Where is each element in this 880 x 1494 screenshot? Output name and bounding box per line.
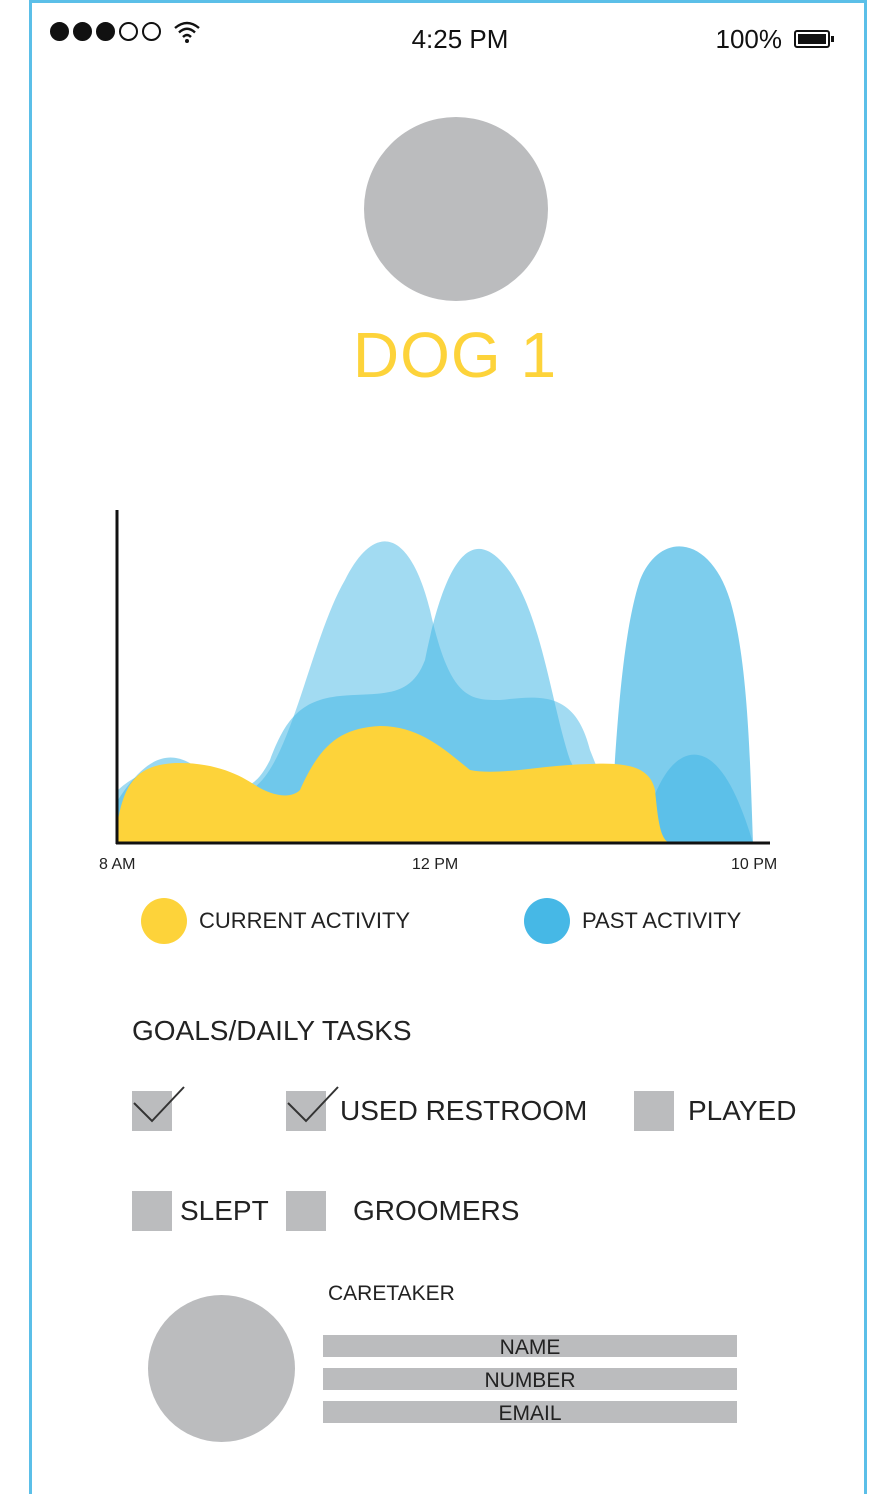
task-label: USED RESTROOM xyxy=(340,1095,588,1126)
task-label: GROOMERS xyxy=(353,1195,520,1226)
legend-current-label: CURRENT ACTIVITY xyxy=(199,908,411,933)
legend-past-label: PAST ACTIVITY xyxy=(582,908,742,933)
current-activity-swatch-icon xyxy=(141,898,187,944)
task-label: PLAYED xyxy=(688,1095,797,1126)
checkbox-checked[interactable] xyxy=(132,1086,185,1131)
checkmark-icon xyxy=(133,1086,185,1123)
x-tick-label: 12 PM xyxy=(412,856,458,873)
caretaker-email-field[interactable]: EMAIL xyxy=(323,1401,737,1425)
legend-past: PAST ACTIVITY xyxy=(524,898,741,944)
x-tick-label: 10 PM xyxy=(731,856,777,873)
caretaker-number-field[interactable]: NUMBER xyxy=(323,1368,737,1392)
caretaker-avatar[interactable] xyxy=(148,1295,295,1442)
task-played[interactable]: PLAYED xyxy=(634,1091,796,1131)
checkbox-unchecked[interactable] xyxy=(132,1191,172,1231)
legend-current: CURRENT ACTIVITY xyxy=(141,898,410,944)
past-activity-swatch-icon xyxy=(524,898,570,944)
caretaker-name-field[interactable]: NAME xyxy=(323,1335,737,1359)
checkbox-checked[interactable] xyxy=(286,1086,339,1131)
task-slept[interactable]: SLEPT xyxy=(132,1191,269,1231)
task-checkbox-unlabeled[interactable] xyxy=(132,1086,185,1131)
x-tick-label: 8 AM xyxy=(99,856,135,873)
caretaker-title: CARETAKER xyxy=(328,1282,455,1305)
task-groomers[interactable]: GROOMERS xyxy=(286,1191,519,1231)
goals-title: GOALS/DAILY TASKS xyxy=(132,1015,412,1046)
activity-chart: 8 AM 12 PM 10 PM xyxy=(99,510,777,873)
task-label: SLEPT xyxy=(180,1195,269,1226)
checkmark-icon xyxy=(287,1086,339,1123)
checkbox-unchecked[interactable] xyxy=(286,1191,326,1231)
task-used-restroom[interactable]: USED RESTROOM xyxy=(286,1086,588,1131)
checkbox-unchecked[interactable] xyxy=(634,1091,674,1131)
